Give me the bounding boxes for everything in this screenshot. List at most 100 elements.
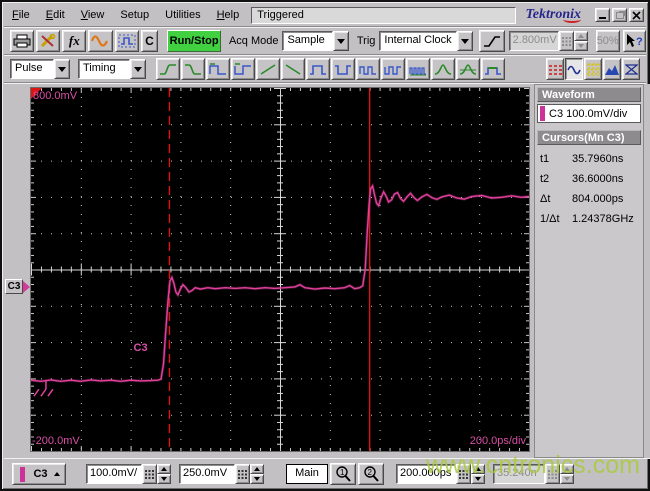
neg-pulse-button[interactable] <box>331 58 355 80</box>
fall-time-icon <box>185 63 201 75</box>
pos-width-icon <box>209 62 226 75</box>
fall-time-button[interactable] <box>181 58 205 80</box>
timebase-spinner: 200.000ps <box>396 464 485 484</box>
rise-slope-icon <box>260 63 276 75</box>
burst-button[interactable] <box>406 58 430 80</box>
timebase-stepper <box>471 464 485 484</box>
trig-source-select[interactable]: Internal Clock <box>379 31 473 51</box>
rise-slope-button[interactable] <box>256 58 280 80</box>
flattop-button[interactable] <box>481 58 505 80</box>
menu-view[interactable]: View <box>73 6 113 25</box>
channel-marker[interactable]: C3 <box>5 279 30 295</box>
histogram-icon <box>605 64 619 75</box>
cursor-display-button[interactable] <box>546 58 564 80</box>
readout-sidebar: Waveform C3 100.0mV/div Cursors(Mn C3) t… <box>534 84 644 458</box>
step-down-button <box>573 41 588 51</box>
keypad-icon <box>145 469 154 479</box>
channel-readout[interactable]: C3 100.0mV/div <box>537 104 641 123</box>
menu-edit[interactable]: Edit <box>38 6 73 25</box>
magnifier-2-icon: 2 <box>364 466 379 482</box>
step-down-button[interactable] <box>250 474 264 484</box>
math-function-button[interactable]: fx <box>62 30 87 52</box>
graticule-button[interactable] <box>584 58 602 80</box>
vertical-offset-field[interactable]: 250.0mV <box>179 464 235 484</box>
step-up-button[interactable] <box>471 464 485 474</box>
chevron-down-icon <box>460 38 469 44</box>
acq-mode-select[interactable]: Sample <box>282 31 349 51</box>
readout-value: 804.000ps <box>572 193 624 205</box>
step-up-button[interactable] <box>250 464 264 474</box>
fall-slope-button[interactable] <box>281 58 305 80</box>
pulse-pair-button[interactable] <box>356 58 380 80</box>
rising-edge-icon <box>483 35 500 47</box>
chevron-down-icon <box>134 66 142 72</box>
set-fifty-percent-button: 50% <box>595 30 620 52</box>
peak-button[interactable] <box>431 58 455 80</box>
bell-button[interactable] <box>456 58 480 80</box>
trigger-indicator-icon <box>31 88 42 99</box>
trig-dropdown-arrow[interactable] <box>456 31 473 51</box>
rise-time-button[interactable] <box>156 58 180 80</box>
step-up-button <box>573 31 588 41</box>
channel-select-button[interactable]: C3 <box>12 463 66 485</box>
arrow-down-icon <box>577 44 584 48</box>
clear-button[interactable]: C <box>140 30 159 52</box>
horizontal-position-spinner: 35.240n <box>493 464 574 484</box>
vertical-scale-field[interactable]: 100.0mV/ <box>86 464 142 484</box>
trigger-level-field: 2.800mV <box>508 31 559 51</box>
minimize-icon <box>599 11 606 19</box>
waveform-display[interactable]: 800.0mV -200.0mV 200.0ps/div C3 <box>30 87 530 452</box>
step-down-button[interactable] <box>157 474 171 484</box>
close-button[interactable] <box>629 8 644 22</box>
keypad-button[interactable] <box>456 464 471 484</box>
waveform-display-button[interactable] <box>88 30 113 52</box>
trigger-slope-button[interactable] <box>478 30 505 52</box>
acq-mode-dropdown-arrow[interactable] <box>332 31 349 51</box>
readout-label: t1 <box>540 153 550 165</box>
readout-row-dt: Δt 804.000ps <box>537 193 641 205</box>
main-toolbar: fx C Run/Stop Acq Mode Sample Trig Inter… <box>4 28 646 55</box>
minimize-button[interactable] <box>595 8 610 22</box>
meas-source-select[interactable]: Pulse <box>10 59 70 79</box>
step-down-button <box>560 474 574 484</box>
svg-text:?: ? <box>636 36 643 48</box>
pos-width-button[interactable] <box>206 58 230 80</box>
keypad-button[interactable] <box>235 464 250 484</box>
zoom1-button[interactable]: 1 <box>330 463 356 485</box>
pulse-icon <box>118 34 136 48</box>
channel-select-label: C3 <box>33 468 48 480</box>
timebase-field[interactable]: 200.000ps <box>396 464 456 484</box>
readout-row-t2: t2 36.6000ns <box>537 173 641 185</box>
step-up-button[interactable] <box>157 464 171 474</box>
histogram-button[interactable] <box>603 58 621 80</box>
pulse-setup-button[interactable] <box>114 30 139 52</box>
meas-source-dropdown-arrow[interactable] <box>54 59 70 79</box>
keypad-button[interactable] <box>142 464 157 484</box>
pulse-train-button[interactable] <box>381 58 405 80</box>
waveform-style-button[interactable] <box>565 58 583 80</box>
menu-utilities[interactable]: Utilities <box>157 6 208 25</box>
menu-help[interactable]: Help <box>209 6 248 25</box>
eye-diagram-button[interactable] <box>622 58 640 80</box>
pos-pulse-button[interactable] <box>306 58 330 80</box>
arrow-down-icon <box>564 477 570 481</box>
peak-icon <box>434 63 452 75</box>
arrow-up-icon <box>161 467 167 471</box>
measurement-toolbar: Pulse Timing <box>4 56 646 83</box>
meas-category-select[interactable]: Timing <box>78 59 146 79</box>
tools-button[interactable] <box>36 30 61 52</box>
arrow-up-icon <box>254 467 260 471</box>
trigger-level-spinner: 2.800mV <box>508 31 588 51</box>
print-button[interactable] <box>10 30 35 52</box>
run-stop-button[interactable]: Run/Stop <box>167 30 221 52</box>
menu-file[interactable]: File <box>4 6 38 25</box>
context-help-button[interactable]: ? <box>622 30 646 52</box>
menu-setup[interactable]: Setup <box>112 6 157 25</box>
zoom2-button[interactable]: 2 <box>358 463 384 485</box>
step-down-button[interactable] <box>471 474 485 484</box>
tools-icon <box>41 34 56 48</box>
menu-bar: File Edit View Setup Utilities Help Trig… <box>4 4 646 27</box>
neg-width-button[interactable] <box>231 58 255 80</box>
meas-category-dropdown-arrow[interactable] <box>130 59 146 79</box>
acq-mode-value: Sample <box>282 31 333 51</box>
